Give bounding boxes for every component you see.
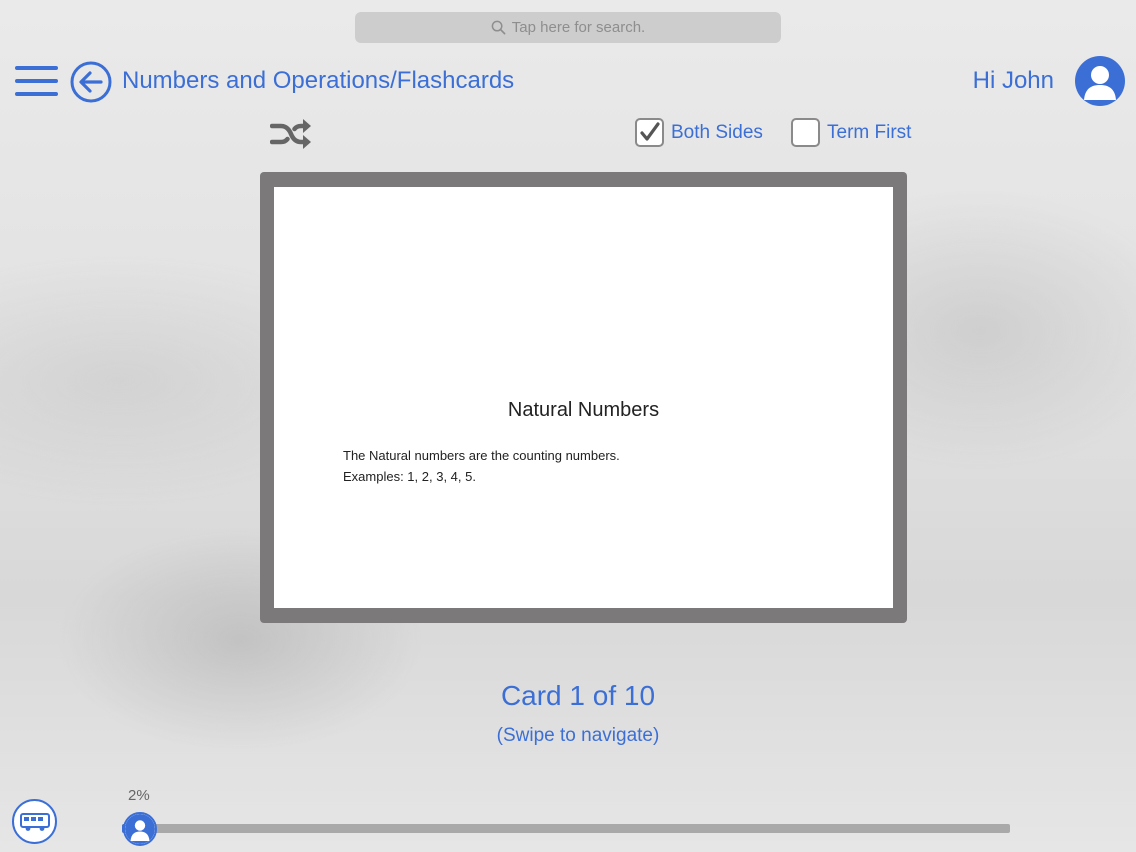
search-bar[interactable]: Tap here for search.	[355, 12, 781, 43]
flashcard[interactable]: Natural Numbers The Natural numbers are …	[274, 187, 893, 608]
flashcard-definition-line: The Natural numbers are the counting num…	[343, 448, 620, 463]
flashcard-examples-line: Examples: 1, 2, 3, 4, 5.	[343, 469, 476, 484]
progress-track[interactable]	[122, 824, 1010, 833]
both-sides-label: Both Sides	[671, 121, 763, 143]
card-counter: Card 1 of 10	[500, 680, 656, 711]
user-greeting: Hi John	[972, 67, 1054, 94]
flashcard-frame: Natural Numbers The Natural numbers are …	[260, 172, 907, 623]
shuffle-icon[interactable]	[269, 117, 312, 151]
back-arrow-icon[interactable]	[70, 61, 112, 103]
progress-percent-label: 2%	[128, 787, 150, 804]
flashcard-term: Natural Numbers	[507, 399, 660, 421]
swipe-hint: (Swipe to navigate)	[496, 725, 660, 746]
search-placeholder: Tap here for search.	[511, 19, 646, 36]
progress-handle-avatar-icon[interactable]	[122, 812, 157, 846]
term-first-label: Term First	[827, 121, 912, 143]
both-sides-checkbox[interactable]: Both Sides	[635, 118, 763, 147]
hamburger-menu-icon[interactable]	[15, 66, 58, 96]
user-avatar-icon[interactable]	[1075, 56, 1125, 106]
checkbox-both-sides-box[interactable]	[635, 118, 664, 147]
checkbox-term-first-box[interactable]	[791, 118, 820, 147]
checkmark-icon	[640, 122, 660, 141]
flashcard-definition: The Natural numbers are the counting num…	[343, 445, 620, 487]
term-first-checkbox[interactable]: Term First	[791, 118, 911, 147]
search-icon	[491, 20, 506, 35]
page-title-breadcrumb[interactable]: Numbers and Operations/Flashcards	[122, 67, 514, 95]
bus-icon[interactable]	[12, 799, 57, 844]
